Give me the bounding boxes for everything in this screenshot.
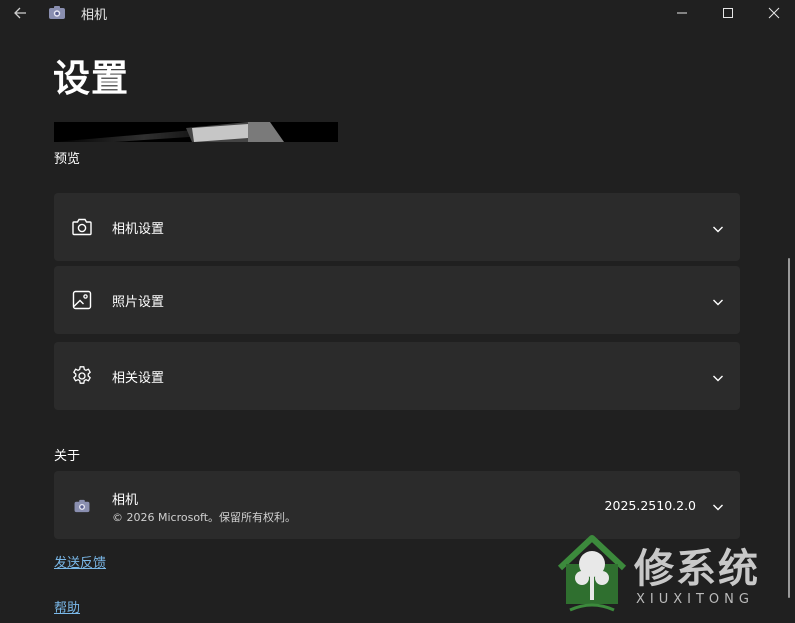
photo-icon	[70, 288, 94, 312]
preview-label: 预览	[54, 152, 81, 167]
camera-app-icon	[48, 5, 66, 20]
gear-icon	[70, 364, 94, 388]
maximize-icon	[723, 8, 733, 18]
page-title: 设置	[53, 57, 129, 100]
camera-settings-card[interactable]: 相机设置	[54, 193, 740, 261]
about-heading: 关于	[54, 449, 81, 464]
help-link[interactable]: 帮助	[54, 597, 80, 616]
about-app-name: 相机	[112, 493, 139, 508]
about-card[interactable]: 相机 © 2026 Microsoft。保留所有权利。 2025.2510.2.…	[54, 471, 740, 539]
chevron-down-icon[interactable]	[712, 369, 724, 382]
vertical-scrollbar[interactable]	[788, 258, 790, 598]
back-button[interactable]	[10, 3, 32, 23]
chevron-down-icon[interactable]	[712, 293, 724, 306]
minimize-icon	[677, 12, 687, 14]
watermark-subtext: XIUXITONG	[636, 592, 754, 607]
camera-settings-label: 相机设置	[112, 222, 165, 237]
version-text: 2025.2510.2.0	[604, 498, 696, 513]
close-button[interactable]	[751, 0, 795, 26]
close-icon	[768, 7, 780, 19]
photo-settings-label: 照片设置	[112, 295, 165, 310]
camera-icon	[70, 215, 94, 239]
watermark-text: 修系统	[634, 546, 760, 592]
window-title: 相机	[81, 8, 108, 23]
copyright-text: © 2026 Microsoft。保留所有权利。	[112, 511, 297, 524]
preview-image	[54, 122, 338, 142]
watermark-logo: 修系统 XIUXITONG	[552, 530, 782, 616]
related-settings-card[interactable]: 相关设置	[54, 342, 740, 410]
maximize-button[interactable]	[705, 0, 751, 26]
related-settings-label: 相关设置	[112, 371, 165, 386]
send-feedback-link[interactable]: 发送反馈	[54, 552, 106, 571]
camera-app-icon	[73, 498, 91, 513]
minimize-button[interactable]	[659, 0, 705, 26]
back-arrow-icon	[14, 7, 26, 19]
title-bar: 相机	[0, 0, 795, 26]
chevron-down-icon[interactable]	[712, 498, 724, 511]
photo-settings-card[interactable]: 照片设置	[54, 266, 740, 334]
chevron-down-icon[interactable]	[712, 220, 724, 233]
house-tree-logo-icon	[557, 535, 627, 612]
